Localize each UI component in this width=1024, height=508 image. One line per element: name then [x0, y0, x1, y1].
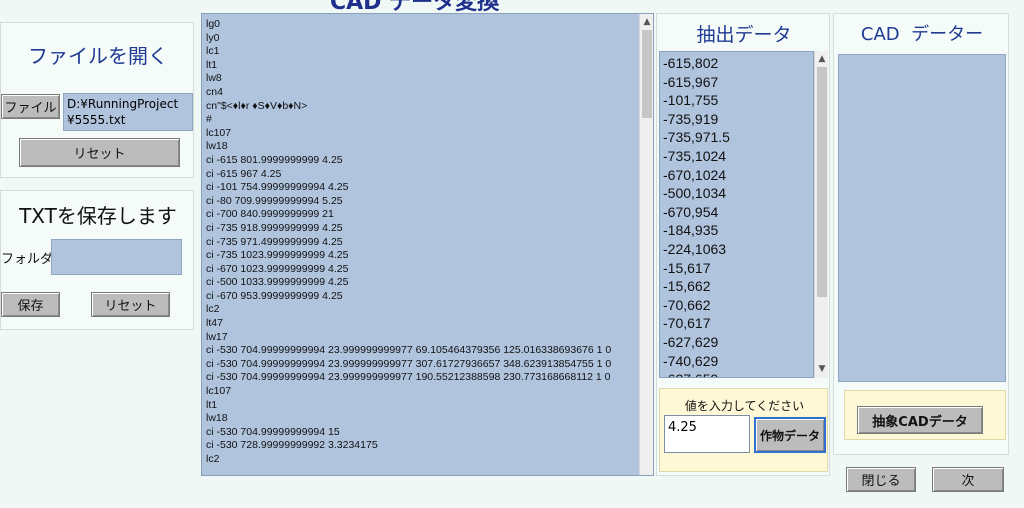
source-line: ci -530 704.99999999994 23.999999999977 … — [206, 357, 612, 370]
value-prompt: 値を入力してください — [684, 399, 805, 413]
folder-label: フォルダ — [1, 252, 54, 267]
source-line: ly0 — [206, 31, 220, 44]
open-reset-button[interactable]: リセット — [19, 138, 180, 167]
source-line: lc107 — [206, 126, 232, 139]
list-item[interactable]: -15,617 — [663, 259, 813, 278]
source-line: ci -700 840.9999999999 21 — [206, 208, 334, 221]
list-item[interactable]: -735,1024 — [663, 147, 813, 166]
source-line: lw18 — [206, 140, 228, 153]
list-item[interactable]: -735,971.5 — [663, 128, 813, 147]
cad-panel: CAD データー 抽象CADデータ — [833, 13, 1009, 455]
source-line: lc2 — [206, 303, 220, 316]
source-line: ci -615 801.9999999999 4.25 — [206, 153, 343, 166]
list-item[interactable]: -70,662 — [663, 296, 813, 315]
scroll-thumb[interactable] — [817, 67, 827, 297]
source-line: ci -735 1023.9999999999 4.25 — [206, 249, 349, 262]
save-txt-panel: TXTを保存します フォルダ 保存 リセット — [0, 190, 194, 330]
list-item[interactable]: -224,1063 — [663, 240, 813, 259]
source-line: ci -530 704.99999999994 23.999999999977 … — [206, 344, 612, 357]
source-line: ci -530 704.99999999994 15 — [206, 425, 340, 438]
list-item[interactable]: -15,662 — [663, 277, 813, 296]
source-line: lt1 — [206, 58, 218, 71]
save-txt-heading: TXTを保存します — [19, 204, 177, 228]
source-line: ci -80 709.99999999994 5.25 — [206, 194, 343, 207]
source-line: ci -500 1033.9999999999 4.25 — [206, 276, 349, 289]
source-line: ci -735 971.4999999999 4.25 — [206, 235, 343, 248]
source-line: # — [206, 113, 212, 126]
source-line: ci -670 1023.9999999999 4.25 — [206, 262, 349, 275]
extract-heading: 抽出データ — [696, 24, 792, 46]
cad-view[interactable] — [838, 54, 1006, 382]
value-input-box: 値を入力してください 4.25 作物データ — [659, 388, 828, 472]
file-button[interactable]: ファイル — [1, 94, 60, 119]
scroll-up-icon[interactable]: ▲ — [640, 16, 654, 28]
close-button[interactable]: 閉じる — [846, 467, 916, 492]
source-line: lc1 — [206, 45, 220, 58]
save-reset-button[interactable]: リセット — [91, 292, 170, 317]
list-item[interactable]: -500,1034 — [663, 184, 813, 203]
source-line: ci -615 967 4.25 — [206, 167, 282, 180]
list-item[interactable]: -670,1024 — [663, 166, 813, 185]
folder-field[interactable] — [51, 239, 182, 275]
list-item[interactable]: -735,919 — [663, 110, 813, 129]
list-item[interactable]: -740,629 — [663, 352, 813, 371]
list-item[interactable]: -627,659 — [663, 370, 813, 377]
source-text-content: lg0 ly0 lc1 lt1 lw8 cn4 cn"$<♦l♦r ♦S♦V♦b♦N> # lc… — [202, 14, 639, 475]
list-item[interactable]: -615,967 — [663, 73, 813, 92]
extract-panel: 抽出データ -615,802 -615,967 -101,755 -735,919 -7… — [656, 13, 830, 476]
source-line: lg0 — [206, 18, 221, 30]
list-item[interactable]: -70,617 — [663, 314, 813, 333]
next-button[interactable]: 次 — [932, 467, 1004, 492]
file-path-field[interactable]: D:¥RunningProject ¥5555.txt — [63, 93, 193, 131]
source-line: lw17 — [206, 330, 228, 343]
list-item[interactable]: -627,629 — [663, 333, 813, 352]
source-line: lt1 — [206, 398, 218, 411]
source-text-area[interactable]: lg0 ly0 lc1 lt1 lw8 cn4 cn"$<♦l♦r ♦S♦V♦b♦N> # lc… — [201, 13, 654, 476]
scroll-down-icon[interactable]: ▼ — [815, 363, 829, 375]
source-line: lw8 — [206, 72, 222, 85]
scroll-thumb[interactable] — [642, 30, 652, 118]
list-item[interactable]: -615,802 — [663, 54, 813, 73]
source-line: lw18 — [206, 412, 228, 425]
source-scrollbar[interactable]: ▲ — [639, 14, 653, 475]
save-button[interactable]: 保存 — [1, 292, 60, 317]
list-item[interactable]: -184,935 — [663, 221, 813, 240]
source-line: ci -735 918.9999999999 4.25 — [206, 221, 343, 234]
source-line: cn"$<♦l♦r ♦S♦V♦b♦N> — [206, 99, 308, 112]
source-line: ci -101 754.99999999994 4.25 — [206, 181, 349, 194]
list-item[interactable]: -670,954 — [663, 203, 813, 222]
source-line: ci -670 953.9999999999 4.25 — [206, 289, 343, 302]
source-line: lt47 — [206, 317, 223, 330]
value-input[interactable]: 4.25 — [664, 415, 750, 453]
cad-button-box: 抽象CADデータ — [844, 390, 1006, 440]
source-line: cn4 — [206, 85, 223, 98]
extract-scrollbar[interactable]: ▲ ▼ — [814, 51, 828, 378]
open-file-heading: ファイルを開く — [28, 44, 168, 68]
source-line: ci -530 704.99999999994 23.999999999977 … — [206, 371, 611, 384]
scroll-up-icon[interactable]: ▲ — [815, 53, 829, 65]
extract-list[interactable]: -615,802 -615,967 -101,755 -735,919 -735,971… — [659, 51, 814, 378]
open-file-panel: ファイルを開く ファイル D:¥RunningProject ¥5555.txt… — [0, 22, 194, 178]
make-data-button[interactable]: 作物データ — [754, 417, 826, 453]
source-line: lc107 — [206, 385, 232, 398]
cad-heading: CAD データー — [860, 24, 984, 45]
source-line: lc2 — [206, 453, 220, 465]
extract-cad-button[interactable]: 抽象CADデータ — [857, 406, 983, 434]
source-line: ci -530 728.99999999992 3.3234175 — [206, 439, 378, 452]
list-item[interactable]: -101,755 — [663, 91, 813, 110]
